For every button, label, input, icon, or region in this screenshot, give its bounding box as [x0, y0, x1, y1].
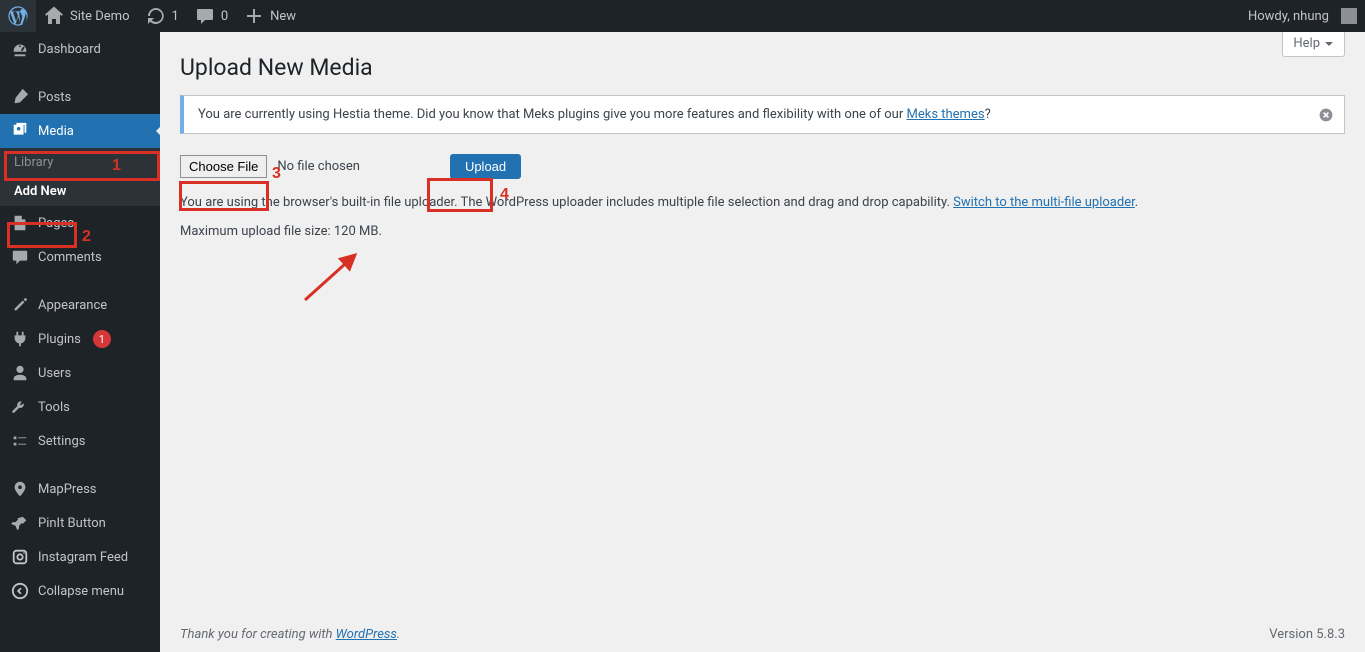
- collapse-icon: [10, 581, 30, 601]
- appearance-icon: [10, 295, 30, 315]
- location-icon: [10, 479, 30, 499]
- page-title: Upload New Media: [180, 32, 1345, 95]
- sidebar-item-label: Tools: [38, 400, 70, 415]
- update-badge: 1: [93, 330, 111, 348]
- instagram-icon: [10, 547, 30, 567]
- file-status-text: No file chosen: [277, 159, 360, 174]
- posts-icon: [10, 87, 30, 107]
- sidebar-item-plugins[interactable]: Plugins 1: [0, 322, 160, 356]
- dismiss-notice-button[interactable]: [1316, 105, 1336, 125]
- chevron-down-icon: [1324, 39, 1334, 49]
- wordpress-link[interactable]: WordPress: [336, 627, 397, 642]
- users-icon: [10, 363, 30, 383]
- sidebar-item-label: MapPress: [38, 482, 97, 497]
- browser-uploader-text: You are using the browser's built-in fil…: [180, 195, 1345, 210]
- update-icon: [146, 6, 166, 26]
- comment-icon: [195, 6, 215, 26]
- annotation-number-2: 2: [82, 228, 91, 246]
- wp-logo[interactable]: [0, 0, 36, 32]
- notice-text: You are currently using Hestia theme. Di…: [198, 107, 991, 122]
- admin-bar: Site Demo 1 0 New Howdy, nhung: [0, 0, 1365, 32]
- meks-themes-link[interactable]: Meks themes: [906, 107, 984, 122]
- sidebar-item-label: Dashboard: [38, 42, 101, 57]
- my-account[interactable]: Howdy, nhung: [1240, 0, 1365, 32]
- howdy-text: Howdy, nhung: [1248, 9, 1329, 24]
- sidebar-item-dashboard[interactable]: Dashboard: [0, 32, 160, 66]
- admin-notice: You are currently using Hestia theme. Di…: [180, 95, 1345, 134]
- annotation-number-3: 3: [272, 165, 281, 183]
- settings-icon: [10, 431, 30, 451]
- sidebar-item-label: Appearance: [38, 298, 107, 313]
- sidebar-item-label: Plugins: [38, 332, 81, 347]
- sidebar-item-label: Users: [38, 366, 71, 381]
- footer-thankyou: Thank you for creating with WordPress.: [180, 627, 400, 642]
- updates-link[interactable]: 1: [138, 0, 187, 32]
- plugins-icon: [10, 329, 30, 349]
- annotation-number-4: 4: [500, 186, 509, 204]
- updates-count: 1: [172, 9, 179, 24]
- sidebar-item-label: Pages: [38, 216, 74, 231]
- comments-link[interactable]: 0: [187, 0, 236, 32]
- choose-file-button[interactable]: Choose File: [180, 155, 267, 178]
- sidebar-item-pages[interactable]: Pages: [0, 206, 160, 240]
- sidebar-item-media[interactable]: Media: [0, 114, 160, 148]
- sidebar-item-label: PinIt Button: [38, 516, 106, 531]
- sidebar-item-label: Posts: [38, 90, 71, 105]
- admin-sidebar: Dashboard Posts Media LibraryAdd New Pages Co…: [0, 32, 160, 652]
- sidebar-item-pinit[interactable]: PinIt Button: [0, 506, 160, 540]
- sidebar-item-instagram[interactable]: Instagram Feed: [0, 540, 160, 574]
- media-icon: [10, 121, 30, 141]
- sidebar-item-posts[interactable]: Posts: [0, 80, 160, 114]
- pin-icon: [10, 513, 30, 533]
- sidebar-item-settings[interactable]: Settings: [0, 424, 160, 458]
- plus-icon: [244, 6, 264, 26]
- footer-version: Version 5.8.3: [1269, 627, 1345, 642]
- site-name-link[interactable]: Site Demo: [36, 0, 138, 32]
- comments-icon: [10, 247, 30, 267]
- sidebar-item-label: Instagram Feed: [38, 550, 128, 565]
- content-area: Help Upload New Media You are currently …: [160, 32, 1365, 652]
- annotation-number-1: 1: [112, 157, 121, 175]
- submenu-item-library: Library: [0, 148, 160, 176]
- annotation-arrow: [300, 250, 370, 309]
- avatar: [1341, 8, 1357, 24]
- sidebar-item-label: Media: [38, 124, 74, 139]
- tools-icon: [10, 397, 30, 417]
- comments-count-text: 0: [221, 9, 228, 24]
- submenu-media: LibraryAdd New: [0, 148, 160, 206]
- sidebar-item-collapse[interactable]: Collapse menu: [0, 574, 160, 608]
- admin-footer: Thank you for creating with WordPress. V…: [180, 627, 1345, 642]
- max-upload-size-text: Maximum upload file size: 120 MB.: [180, 224, 1345, 239]
- sidebar-item-mappress[interactable]: MapPress: [0, 472, 160, 506]
- sidebar-item-label: Comments: [38, 250, 102, 265]
- sidebar-item-comments[interactable]: Comments: [0, 240, 160, 274]
- sidebar-item-label: Collapse menu: [38, 584, 124, 599]
- home-icon: [44, 6, 64, 26]
- sidebar-item-users[interactable]: Users: [0, 356, 160, 390]
- help-tab-toggle[interactable]: Help: [1282, 32, 1345, 57]
- submenu-item-add-new[interactable]: Add New: [0, 176, 160, 206]
- help-label: Help: [1293, 36, 1320, 51]
- sidebar-item-tools[interactable]: Tools: [0, 390, 160, 424]
- switch-uploader-link[interactable]: Switch to the multi-file uploader: [953, 195, 1135, 210]
- new-label: New: [270, 9, 296, 24]
- new-content-link[interactable]: New: [236, 0, 304, 32]
- wordpress-icon: [8, 6, 28, 26]
- upload-form-row: Choose File No file chosen Upload: [180, 154, 1345, 179]
- site-name-text: Site Demo: [70, 9, 130, 24]
- sidebar-item-appearance[interactable]: Appearance: [0, 288, 160, 322]
- sidebar-item-label: Settings: [38, 434, 85, 449]
- close-icon: [1318, 107, 1334, 123]
- pages-icon: [10, 213, 30, 233]
- dashboard-icon: [10, 39, 30, 59]
- upload-button[interactable]: Upload: [450, 154, 521, 179]
